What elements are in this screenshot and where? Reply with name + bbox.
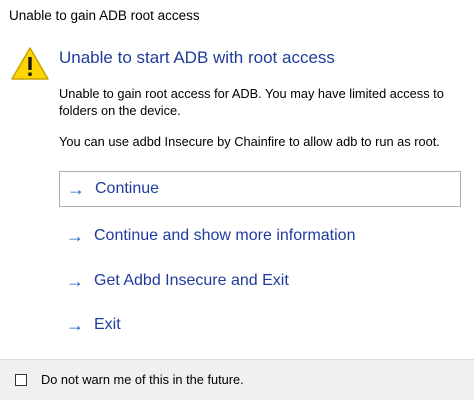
continue-show-info-button[interactable]: → Continue and show more information (59, 218, 461, 254)
content-line-2: folders on the device. (59, 103, 181, 118)
window-title: Unable to gain ADB root access (9, 8, 200, 23)
main-instruction: Unable to start ADB with root access (59, 48, 335, 67)
arrow-right-icon: → (66, 226, 84, 246)
arrow-right-icon: → (66, 271, 84, 291)
warning-icon (11, 47, 49, 80)
continue-label: Continue (95, 180, 160, 197)
do-not-warn-label[interactable]: Do not warn me of this in the future. (41, 372, 244, 387)
do-not-warn-checkbox[interactable] (15, 374, 27, 386)
get-adbd-insecure-label: Get Adbd Insecure and Exit (94, 272, 289, 289)
get-adbd-insecure-button[interactable]: → Get Adbd Insecure and Exit (59, 263, 461, 299)
continue-button[interactable]: → Continue (59, 171, 461, 207)
exit-button[interactable]: → Exit (59, 307, 461, 343)
content-text: Unable to gain root access for ADB. You … (59, 85, 459, 119)
continue-show-info-label: Continue and show more information (94, 227, 356, 244)
arrow-right-icon: → (66, 315, 84, 335)
dialog-window: Unable to gain ADB root access Unable to… (0, 0, 474, 400)
footer: Do not warn me of this in the future. (0, 359, 474, 400)
exit-label: Exit (94, 316, 121, 333)
title-bar: Unable to gain ADB root access (0, 0, 474, 34)
arrow-right-icon: → (67, 179, 85, 199)
content-line-1: Unable to gain root access for ADB. You … (59, 86, 444, 101)
content-paragraph-2: You can use adbd Insecure by Chainfire t… (59, 134, 440, 149)
